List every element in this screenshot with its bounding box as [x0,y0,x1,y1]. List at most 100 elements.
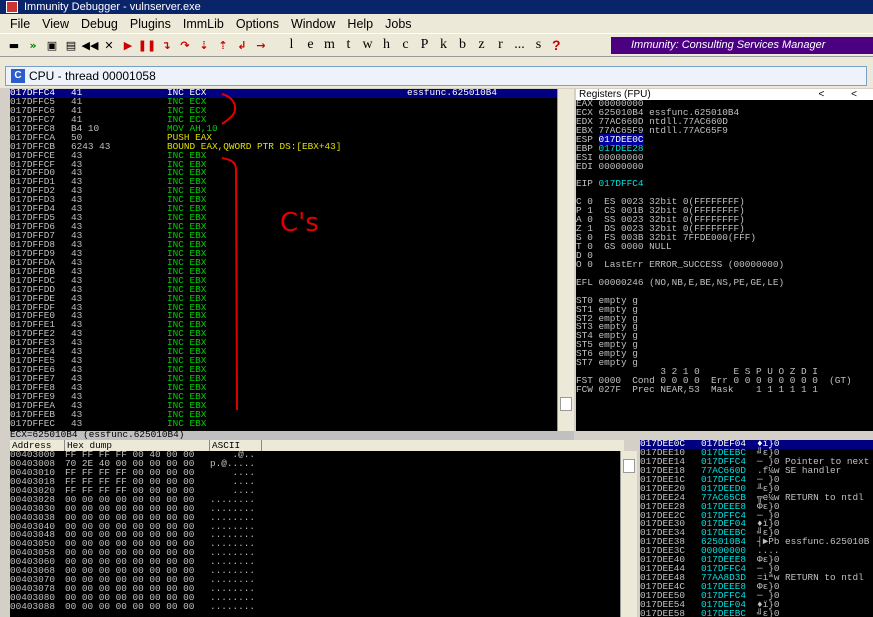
stack-pane[interactable]: 017DEE0C 017DEF04 ♦ï}0 017DEE10 017DEEBC ╝ε}0… [640,440,873,617]
shortcut-r[interactable]: r [491,37,510,53]
window-icon[interactable]: ▤ [63,37,79,53]
disasm-row[interactable]: 017DFFE3 43 INC EBX [10,338,557,348]
register-value[interactable]: 017DFFC4 [599,178,644,189]
menu-window[interactable]: Window [285,17,341,31]
menu-file[interactable]: File [4,17,36,31]
run-icon[interactable]: ▶ [120,37,136,53]
register-line[interactable]: FCW 027F Prec NEAR,53 Mask 1 1 1 1 1 1 [576,385,873,395]
shortcut-l[interactable]: l [282,37,301,53]
disasm-row[interactable]: 017DFFCB 6243 43 BOUND EAX,QWORD PTR DS:[E… [10,141,557,152]
disasm-row[interactable]: 017DFFE2 43 INC EBX [10,329,557,339]
disasm-row[interactable]: 017DFFDB 43 INC EBX [10,267,557,277]
disasm-row[interactable]: 017DFFEA 43 INC EBX [10,401,557,411]
register-line[interactable]: T 0 GS 0000 NULL [576,242,873,252]
shortcut-p[interactable]: P [415,37,434,53]
hex-dump-pane[interactable]: 00403000 FF FF FF FF 00 40 00 00 .@.. 0040… [10,451,620,617]
info-line: ECX=625010B4 (essfunc.625010B4) [10,431,574,440]
open-folder-icon[interactable]: ▬ [6,37,22,53]
dump-scrollbar[interactable] [620,451,637,617]
dump-col-address[interactable]: Address [10,440,65,451]
disasm-row[interactable]: 017DFFE8 43 INC EBX [10,383,557,393]
shortcut-c[interactable]: c [396,37,415,53]
disasm-row[interactable]: 017DFFDA 43 INC EBX [10,258,557,268]
shortcut-z[interactable]: z [472,37,491,53]
shortcut-k[interactable]: k [434,37,453,53]
shortcut-h[interactable]: h [377,37,396,53]
menu-help[interactable]: Help [341,17,379,31]
disasm-row[interactable]: 017DFFD9 43 INC EBX [10,249,557,259]
menu-immlib[interactable]: ImmLib [177,17,230,31]
help-icon[interactable]: ? [552,37,561,53]
disasm-row[interactable]: 017DFFD5 43 INC EBX [10,213,557,223]
disasm-row[interactable]: 017DFFD0 43 INC EBX [10,168,557,178]
disasm-row[interactable]: 017DFFE9 43 INC EBX [10,392,557,402]
menu-view[interactable]: View [36,17,75,31]
step-over-icon[interactable]: ↷ [177,37,193,53]
disasm-row[interactable]: 017DFFD1 43 INC EBX [10,177,557,187]
consulting-services-banner[interactable]: Immunity: Consulting Services Manager [611,37,873,54]
disasm-row[interactable]: 017DFFC6 41 INC ECX [10,106,557,116]
dump-row[interactable]: 00403088 00 00 00 00 00 00 00 00........ [10,602,620,612]
shortcut-b[interactable]: b [453,37,472,53]
go-to-icon[interactable]: → [253,37,269,53]
menu-debug[interactable]: Debug [75,17,124,31]
trace-into-icon[interactable]: ⇣ [196,37,212,53]
close-icon[interactable]: ✕ [101,37,117,53]
register-line[interactable]: EDI 00000000 [576,161,873,172]
trace-over-icon[interactable]: ⇡ [215,37,231,53]
menu-plugins[interactable]: Plugins [124,17,177,31]
registers-pane[interactable]: Registers (FPU) < < EAX 00000000 ECX 6250… [576,89,873,431]
disasm-row[interactable]: 017DFFD3 43 INC EBX [10,195,557,205]
disasm-row[interactable]: 017DFFE5 43 INC EBX [10,356,557,366]
disasm-row[interactable]: 017DFFD2 43 INC EBX [10,186,557,196]
disasm-row[interactable]: 017DFFD4 43 INC EBX [10,204,557,214]
shortcut-e[interactable]: e [301,37,320,53]
disasm-row[interactable]: 017DFFEC 43 INC EBX [10,419,557,429]
window-title-bar[interactable]: Immunity Debugger - vulnserver.exe [0,0,873,14]
step-into-icon[interactable]: ↴ [158,37,174,53]
disasm-row[interactable]: 017DFFE0 43 INC EBX [10,311,557,321]
disasm-row[interactable]: 017DFFDC 43 INC EBX [10,276,557,286]
attach-icon[interactable]: ▣ [44,37,60,53]
disassembly-scroll-thumb[interactable] [560,397,572,411]
shortcut-more[interactable]: ... [510,37,529,53]
restart-icon[interactable]: » [25,37,41,53]
register-line[interactable]: EFL 00000246 (NO,NB,E,BE,NS,PE,GE,LE) [576,278,873,288]
disasm-row[interactable]: 017DFFDD 43 INC EBX [10,284,557,295]
shortcut-t[interactable]: t [339,37,358,53]
disasm-row[interactable]: 017DFFC4 41 INC ECX essfunc.625010B4 [10,89,557,98]
menu-jobs[interactable]: Jobs [379,17,417,31]
disasm-row[interactable]: 017DFFEB 43 INC EBX [10,410,557,420]
cpu-window-title-bar[interactable]: C CPU - thread 00001058 [5,66,867,86]
registers-prev-icon[interactable]: < [819,89,825,100]
register-line[interactable]: O 0 LastErr ERROR_SUCCESS (00000000) [576,260,873,270]
disasm-row[interactable]: 017DFFCF 43 INC EBX [10,159,557,170]
menu-options[interactable]: Options [230,17,285,31]
disasm-row[interactable]: 017DFFE6 43 INC EBX [10,365,557,375]
execute-till-return-icon[interactable]: ↲ [234,37,250,53]
shortcut-s[interactable]: s [529,37,548,53]
disasm-row[interactable]: 017DFFDE 43 INC EBX [10,293,557,304]
disasm-row[interactable]: 017DFFE4 43 INC EBX [10,347,557,357]
dump-col-hex[interactable]: Hex dump [65,440,210,451]
rewind-icon[interactable]: ◀◀ [82,37,99,53]
shortcut-m[interactable]: m [320,37,339,53]
disasm-row[interactable]: 017DFFD7 43 INC EBX [10,231,557,241]
disasm-row[interactable]: 017DFFD6 43 INC EBX [10,222,557,232]
disasm-row[interactable]: 017DFFC5 41 INC ECX [10,97,557,107]
disasm-row[interactable]: 017DFFCE 43 INC EBX [10,150,557,161]
registers-back-icon[interactable]: < [851,89,857,100]
dump-col-ascii[interactable]: ASCII [210,440,262,451]
disasm-row[interactable]: 017DFFE1 43 INC EBX [10,320,557,330]
disasm-row[interactable]: 017DFFE7 43 INC EBX [10,374,557,384]
disasm-row[interactable]: 017DFFDF 43 INC EBX [10,302,557,313]
disassembly-pane[interactable]: 017DFFC4 41 INC ECX essfunc.625010B4 017DFFC… [10,89,557,431]
disasm-row[interactable]: 017DFFD8 43 INC EBX [10,240,557,250]
disasm-row[interactable]: 017DFFC8 B4 10 MOV AH,10 [10,124,557,134]
dump-scroll-thumb[interactable] [623,459,635,473]
register-line[interactable]: EIP 017DFFC4 [576,178,873,189]
pause-icon[interactable]: ❚❚ [138,37,156,53]
stack-row[interactable]: 017DEE58 017DEEBC ╝ε}0 [640,609,873,617]
disassembly-scrollbar[interactable] [557,89,574,431]
shortcut-w[interactable]: w [358,37,377,53]
